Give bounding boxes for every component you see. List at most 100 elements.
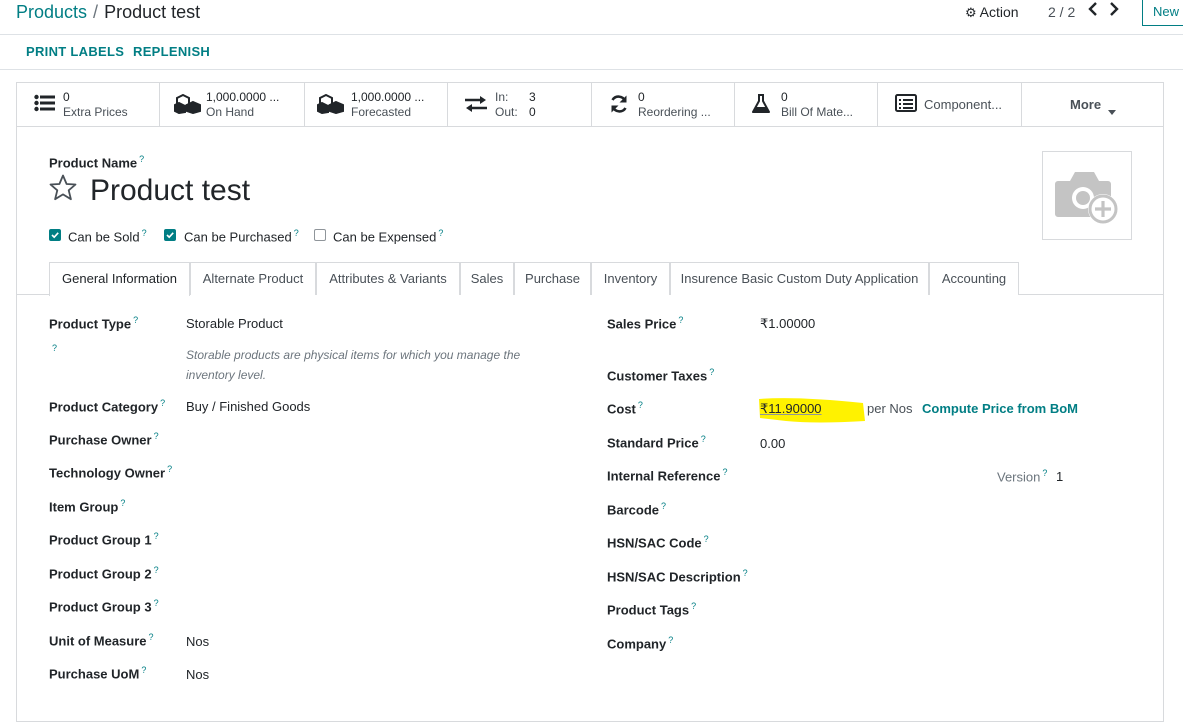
- action-menu-button[interactable]: ⚙ Action: [965, 4, 1019, 21]
- action-label: Action: [979, 4, 1019, 20]
- product-group-2-label: Product Group 2?: [49, 565, 159, 581]
- pager-next-button[interactable]: [1109, 2, 1119, 21]
- tab-general-information[interactable]: General Information: [49, 262, 190, 296]
- tab-inventory[interactable]: Inventory: [591, 262, 670, 295]
- product-group-2-label-text: Product Group 2: [49, 566, 152, 582]
- cost-unit: per Nos: [867, 401, 913, 416]
- product-type-label-text: Product Type: [49, 316, 132, 332]
- new-button[interactable]: New: [1142, 0, 1183, 26]
- hsn-description-label: HSN/SAC Description?: [607, 568, 748, 584]
- tab-sales[interactable]: Sales: [460, 262, 514, 295]
- tab-alternate-product[interactable]: Alternate Product: [190, 262, 316, 295]
- help-icon[interactable]: ?: [154, 531, 159, 541]
- can-be-purchased-checkbox[interactable]: [164, 229, 176, 241]
- on-hand-value: 1,000.0000 ...: [206, 90, 280, 104]
- help-icon[interactable]: ?: [167, 464, 172, 474]
- components-smart-button[interactable]: Component...: [878, 83, 1022, 126]
- barcode-label-text: Barcode: [607, 502, 660, 518]
- help-icon[interactable]: ?: [154, 431, 159, 441]
- forecasted-value: 1,000.0000 ...: [351, 90, 425, 104]
- more-smart-button[interactable]: More: [1022, 83, 1163, 126]
- purchase-uom-label-text: Purchase UoM: [49, 666, 140, 682]
- pager-prev-button[interactable]: [1088, 2, 1098, 21]
- bom-value: 0: [781, 90, 788, 104]
- version-field[interactable]: 1: [1056, 469, 1063, 484]
- uom-field[interactable]: Nos: [186, 634, 209, 649]
- cost-field[interactable]: ₹11.90000: [760, 401, 822, 417]
- can-be-sold-label: Can be Sold?: [68, 228, 147, 244]
- standard-price-label-text: Standard Price: [607, 435, 699, 451]
- help-icon[interactable]: ?: [704, 534, 709, 544]
- help-icon[interactable]: ?: [709, 367, 714, 377]
- help-icon[interactable]: ?: [141, 665, 146, 675]
- help-icon[interactable]: ?: [160, 398, 165, 408]
- help-icon[interactable]: ?: [154, 565, 159, 575]
- chevron-left-icon: [1088, 2, 1097, 16]
- components-label: Component...: [924, 97, 1003, 112]
- sales-price-field[interactable]: ₹1.00000: [760, 316, 815, 332]
- company-label-text: Company: [607, 636, 667, 652]
- product-group-3-label: Product Group 3?: [49, 598, 159, 614]
- flask-icon: [752, 94, 770, 120]
- check-icon: [166, 232, 174, 239]
- hsn-code-label: HSN/SAC Code?: [607, 534, 709, 550]
- product-name-field[interactable]: Product test: [90, 172, 250, 210]
- barcode-label: Barcode?: [607, 501, 666, 517]
- can-be-expensed-checkbox[interactable]: [314, 229, 326, 241]
- help-icon[interactable]: ?: [701, 434, 706, 444]
- sales-price-label: Sales Price?: [607, 315, 683, 331]
- compute-price-from-bom-button[interactable]: Compute Price from BoM: [922, 401, 1078, 416]
- help-icon[interactable]: ?: [638, 400, 643, 410]
- help-icon[interactable]: ?: [294, 228, 299, 238]
- purchase-owner-label: Purchase Owner?: [49, 431, 159, 447]
- list-icon: [34, 94, 56, 118]
- tab-purchase[interactable]: Purchase: [514, 262, 591, 295]
- help-icon[interactable]: ?: [438, 228, 443, 238]
- help-icon[interactable]: ?: [142, 228, 147, 238]
- tab-attributes-variants[interactable]: Attributes & Variants: [316, 262, 460, 295]
- product-image-placeholder[interactable]: [1042, 151, 1132, 240]
- help-icon[interactable]: ?: [722, 467, 727, 477]
- product-category-field[interactable]: Buy / Finished Goods: [186, 399, 310, 414]
- bom-label: Bill Of Mate...: [781, 105, 854, 119]
- help-icon[interactable]: ?: [139, 154, 144, 164]
- in-out-smart-button[interactable]: In: 3 Out: 0: [448, 83, 592, 126]
- extra-prices-smart-button[interactable]: 0 Extra Prices: [17, 83, 160, 126]
- help-icon[interactable]: ?: [120, 498, 125, 508]
- help-icon[interactable]: ?: [154, 598, 159, 608]
- product-group-1-label-text: Product Group 1: [49, 532, 152, 548]
- reordering-smart-button[interactable]: 0 Reordering ...: [592, 83, 735, 126]
- reordering-value: 0: [638, 90, 645, 104]
- help-icon[interactable]: ?: [661, 501, 666, 511]
- pager-value[interactable]: 2 / 2: [1048, 4, 1075, 20]
- standard-price-label: Standard Price?: [607, 434, 706, 450]
- internal-reference-label-text: Internal Reference: [607, 468, 721, 484]
- on-hand-smart-button[interactable]: 1,000.0000 ... On Hand: [160, 83, 305, 126]
- bom-smart-button[interactable]: 0 Bill Of Mate...: [735, 83, 878, 126]
- version-label-text: Version: [997, 469, 1041, 485]
- help-icon[interactable]: ?: [743, 568, 748, 578]
- help-icon[interactable]: ?: [678, 315, 683, 325]
- help-icon[interactable]: ?: [691, 601, 696, 611]
- cost-label: Cost?: [607, 400, 643, 416]
- print-labels-button[interactable]: PRINT LABELS: [26, 44, 124, 59]
- help-icon[interactable]: ?: [668, 635, 673, 645]
- extra-prices-value: 0: [63, 90, 70, 104]
- can-be-sold-checkbox[interactable]: [49, 229, 61, 241]
- help-icon[interactable]: ?: [133, 315, 138, 325]
- help-icon[interactable]: ?: [52, 343, 57, 353]
- breadcrumb-current: Product test: [104, 2, 201, 22]
- breadcrumb-products-link[interactable]: Products: [16, 2, 87, 22]
- help-icon[interactable]: ?: [1042, 468, 1047, 478]
- replenish-button[interactable]: REPLENISH: [133, 44, 210, 59]
- tab-custom-duty[interactable]: Insurence Basic Custom Duty Application: [670, 262, 929, 295]
- help-icon[interactable]: ?: [149, 632, 154, 642]
- purchase-uom-field[interactable]: Nos: [186, 667, 209, 682]
- product-type-field[interactable]: Storable Product: [186, 316, 283, 331]
- star-icon[interactable]: [49, 174, 77, 204]
- tab-accounting[interactable]: Accounting: [929, 262, 1019, 295]
- product-group-3-label-text: Product Group 3: [49, 599, 152, 615]
- forecasted-label: Forecasted: [351, 105, 412, 119]
- standard-price-field[interactable]: 0.00: [760, 436, 785, 451]
- forecasted-smart-button[interactable]: 1,000.0000 ... Forecasted: [305, 83, 448, 126]
